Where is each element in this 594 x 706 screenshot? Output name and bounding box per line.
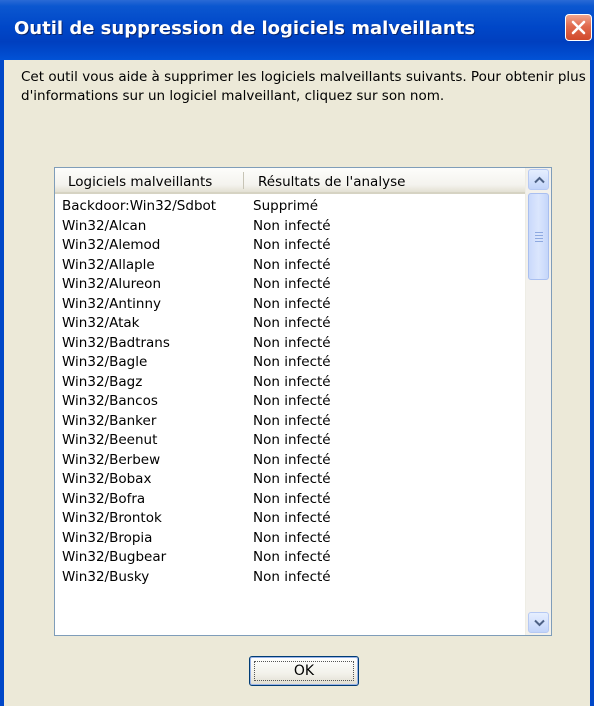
ok-button-label: OK xyxy=(293,663,315,679)
malware-list[interactable]: Logiciels malveillants Résultats de l'an… xyxy=(54,167,552,636)
malware-name-link[interactable]: Win32/Badtrans xyxy=(62,335,170,351)
scan-result: Non infecté xyxy=(253,412,331,429)
malware-name-link[interactable]: Win32/Bofra xyxy=(62,491,145,507)
scan-result: Non infecté xyxy=(253,568,331,585)
table-row[interactable]: Win32/Bagz Non infecté xyxy=(55,372,525,392)
column-header-results[interactable]: Résultats de l'analyse xyxy=(258,174,405,190)
thumb-grip-line xyxy=(535,232,543,233)
malware-name-link[interactable]: Win32/Bagle xyxy=(62,354,147,370)
list-rows: Backdoor:Win32/Sdbot Supprimé Win32/Alcan N… xyxy=(55,196,525,586)
window-title: Outil de suppression de logiciels malvei… xyxy=(14,18,476,39)
scan-result: Non infecté xyxy=(253,276,331,292)
table-row[interactable]: Win32/Bagle Non infecté xyxy=(55,352,525,372)
malware-name-link[interactable]: Win32/Berbew xyxy=(62,452,160,468)
malware-name-link[interactable]: Win32/Alureon xyxy=(62,276,161,292)
scan-result: Non infecté xyxy=(253,334,331,351)
malware-name-link[interactable]: Win32/Alcan xyxy=(62,218,146,234)
window-frame-right xyxy=(590,60,594,706)
malware-name-link[interactable]: Win32/Bagz xyxy=(62,374,142,390)
scan-result: Non infecté xyxy=(253,529,331,546)
scan-result: Supprimé xyxy=(253,198,319,214)
scan-result: Non infecté xyxy=(253,256,331,273)
table-row[interactable]: Win32/Banker Non infecté xyxy=(55,411,525,431)
scan-result: Non infecté xyxy=(253,471,331,487)
title-bar[interactable]: Outil de suppression de logiciels malvei… xyxy=(0,0,594,60)
malware-name-link[interactable]: Win32/Atak xyxy=(62,315,139,331)
chevron-down-icon xyxy=(534,619,545,627)
description-text: Cet outil vous aide à supprimer les logi… xyxy=(21,69,586,104)
scan-result: Non infecté xyxy=(253,315,331,331)
scroll-up-button[interactable] xyxy=(528,169,549,190)
scan-result: Non infecté xyxy=(253,549,331,565)
table-row[interactable]: Win32/Bancos Non infecté xyxy=(55,391,525,411)
scan-result: Non infecté xyxy=(253,217,331,234)
table-row[interactable]: Win32/Alcan Non infecté xyxy=(55,216,525,236)
scan-result: Non infecté xyxy=(253,510,331,526)
thumb-grip-line xyxy=(535,235,543,236)
table-row[interactable]: Win32/Bropia Non infecté xyxy=(55,528,525,548)
malware-name-link[interactable]: Win32/Banker xyxy=(62,413,156,429)
column-header-malware[interactable]: Logiciels malveillants xyxy=(68,174,212,190)
scroll-down-button[interactable] xyxy=(528,612,549,633)
table-row[interactable]: Win32/Busky Non infecté xyxy=(55,567,525,587)
vertical-scrollbar[interactable] xyxy=(525,168,551,635)
scan-result: Non infecté xyxy=(253,373,331,390)
scan-result: Non infecté xyxy=(253,451,331,468)
thumb-grip-line xyxy=(535,238,543,239)
scrollbar-thumb[interactable] xyxy=(528,193,549,280)
malware-name-link[interactable]: Win32/Bobax xyxy=(62,471,151,487)
scan-result: Non infecté xyxy=(253,295,331,312)
table-row[interactable]: Backdoor:Win32/Sdbot Supprimé xyxy=(55,196,525,216)
dialog-window: Outil de suppression de logiciels malvei… xyxy=(0,0,594,706)
thumb-grip-line xyxy=(535,241,543,242)
scan-result: Non infecté xyxy=(253,354,331,370)
malware-name-link[interactable]: Win32/Beenut xyxy=(62,432,157,448)
malware-name-link[interactable]: Win32/Brontok xyxy=(62,510,162,526)
close-icon xyxy=(571,20,586,35)
table-row[interactable]: Win32/Allaple Non infecté xyxy=(55,255,525,275)
list-header: Logiciels malveillants Résultats de l'an… xyxy=(55,168,525,194)
scan-result: Non infecté xyxy=(253,393,331,409)
malware-name-link[interactable]: Win32/Busky xyxy=(62,569,149,585)
scan-result: Non infecté xyxy=(253,237,331,253)
table-row[interactable]: Win32/Badtrans Non infecté xyxy=(55,333,525,353)
malware-name-link[interactable]: Win32/Alemod xyxy=(62,237,160,253)
table-row[interactable]: Win32/Beenut Non infecté xyxy=(55,430,525,450)
column-separator[interactable] xyxy=(243,172,244,189)
malware-name-link[interactable]: Win32/Bropia xyxy=(62,530,152,546)
malware-name-link[interactable]: Win32/Bancos xyxy=(62,393,158,409)
malware-name-link[interactable]: Win32/Bugbear xyxy=(62,549,166,565)
malware-name-link[interactable]: Win32/Allaple xyxy=(62,257,155,273)
table-row[interactable]: Win32/Bobax Non infecté xyxy=(55,469,525,489)
ok-button[interactable]: OK xyxy=(249,656,359,686)
table-row[interactable]: Win32/Alureon Non infecté xyxy=(55,274,525,294)
table-row[interactable]: Win32/Bofra Non infecté xyxy=(55,489,525,509)
chevron-up-icon xyxy=(534,176,545,184)
malware-name-link[interactable]: Backdoor:Win32/Sdbot xyxy=(62,198,216,214)
table-row[interactable]: Win32/Antinny Non infecté xyxy=(55,294,525,314)
table-row[interactable]: Win32/Berbew Non infecté xyxy=(55,450,525,470)
scan-result: Non infecté xyxy=(253,490,331,507)
table-row[interactable]: Win32/Alemod Non infecté xyxy=(55,235,525,255)
malware-name-link[interactable]: Win32/Antinny xyxy=(62,296,161,312)
table-row[interactable]: Win32/Bugbear Non infecté xyxy=(55,547,525,567)
close-button[interactable] xyxy=(565,14,592,41)
window-frame-left xyxy=(0,60,4,706)
table-row[interactable]: Win32/Brontok Non infecté xyxy=(55,508,525,528)
scan-result: Non infecté xyxy=(253,432,331,448)
table-row[interactable]: Win32/Atak Non infecté xyxy=(55,313,525,333)
